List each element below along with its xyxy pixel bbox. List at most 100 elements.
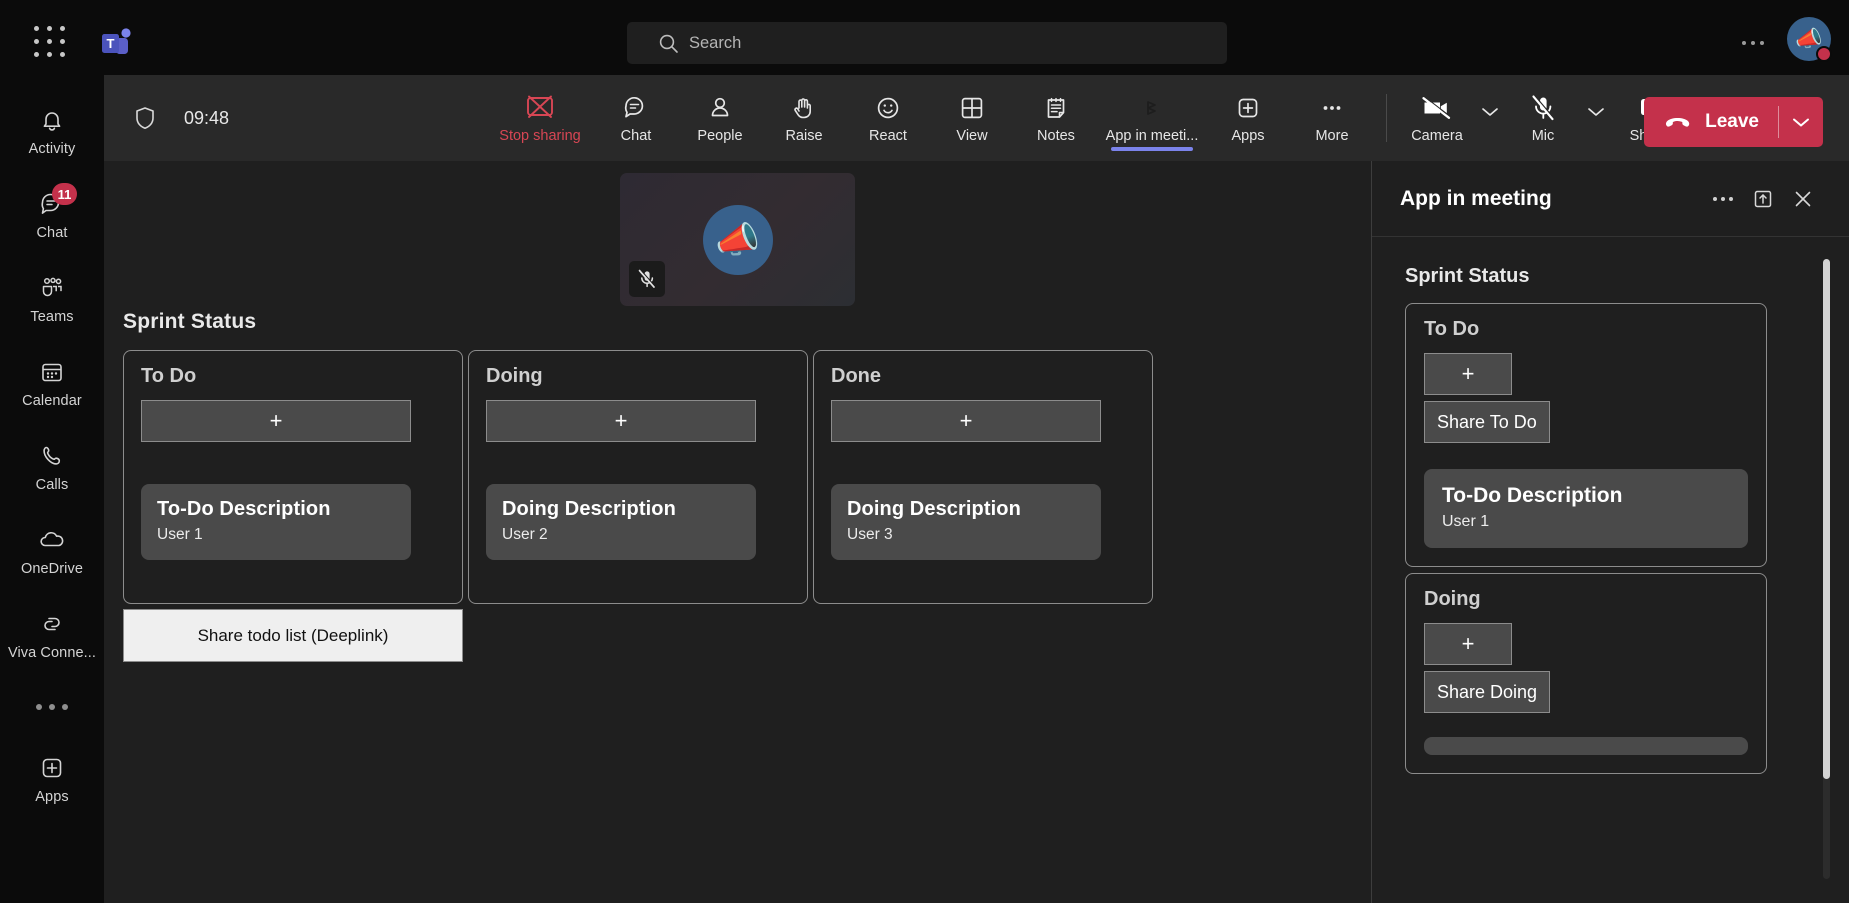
share-column-button[interactable]: Share To Do [1424,401,1550,443]
chat-unread-badge: 11 [52,183,77,205]
app-launcher-icon[interactable] [34,26,68,60]
add-card-button[interactable]: + [486,400,756,442]
sidebar-item-calendar[interactable]: Calendar [0,341,104,425]
card-title: To-Do Description [157,498,331,520]
add-card-button[interactable]: + [1424,353,1512,395]
teams-meeting-window: T 📣 [0,0,1849,903]
sidebar-item-chat[interactable]: 11 Chat [0,173,104,257]
app-in-meeting-button[interactable]: App in meeti... [1098,75,1206,161]
sidebar-item-label: Viva Conne... [7,645,97,661]
avatar[interactable]: 📣 [1787,17,1832,62]
card-user: User 2 [502,526,548,543]
more-button[interactable]: More [1290,75,1374,161]
panel-header: App in meeting [1372,161,1849,237]
leave-main[interactable]: Leave [1644,97,1778,147]
search-bar[interactable] [627,22,1227,64]
kanban-card[interactable]: To-Do Description User 1 [141,484,411,560]
share-column-button[interactable]: Share Doing [1424,671,1551,713]
stop-sharing-button[interactable]: Stop sharing [486,75,594,161]
kanban-card[interactable]: Doing Description User 2 [486,484,756,560]
left-navigation-rail: Activity 11 Chat Teams Calendar Calls On… [0,75,104,903]
tool-label: View [956,127,988,144]
leave-label: Leave [1705,111,1759,132]
kanban-column-doing: Doing + Doing Description User 2 [468,350,808,604]
sidebar-item-label: Teams [30,309,74,325]
kanban-column-todo: To Do + To-Do Description User 1 [123,350,463,604]
meeting-tools: Stop sharing Chat People Raise React Vie… [486,75,1687,161]
chat-button[interactable]: Chat [594,75,678,161]
sidebar-item-label: Calendar [22,393,82,409]
apps-plus-icon [1233,93,1263,123]
apps-plus-icon [37,753,67,783]
tool-label: React [869,127,907,144]
card-user: User 1 [1442,513,1490,530]
apps-button[interactable]: Apps [1206,75,1290,161]
mic-options-chevron-down-icon[interactable] [1581,75,1611,161]
raise-hand-button[interactable]: Raise [762,75,846,161]
sidebar-item-label: Activity [28,141,76,157]
share-todo-list-deeplink-button[interactable]: Share todo list (Deeplink) [123,609,463,662]
react-button[interactable]: React [846,75,930,161]
active-tab-indicator [1111,147,1193,151]
sidebar-item-teams[interactable]: Teams [0,257,104,341]
notes-button[interactable]: Notes [1014,75,1098,161]
chat-icon: 11 [37,183,77,219]
camera-toggle-button[interactable]: Camera [1399,75,1475,161]
participant-video-tile[interactable]: 📣 [620,173,855,306]
sidebar-item-calls[interactable]: Calls [0,425,104,509]
column-title: To Do [141,365,197,387]
calendar-icon [37,357,67,387]
card-user: User 1 [157,526,203,543]
panel-scrollbar[interactable] [1823,259,1830,879]
kanban-card[interactable]: To-Do Description User 1 [1424,469,1748,548]
avatar-emoji: 📣 [715,218,760,260]
leave-options-chevron-down-icon[interactable] [1779,97,1823,147]
kanban-card[interactable]: Doing Description User 3 [831,484,1101,560]
camera-options-chevron-down-icon[interactable] [1475,75,1505,161]
sidebar-item-onedrive[interactable]: OneDrive [0,509,104,593]
mic-off-icon [1528,93,1558,123]
panel-title: App in meeting [1400,186,1552,210]
add-card-button[interactable]: + [831,400,1101,442]
panel-column-todo: To Do + Share To Do To-Do Description Us… [1405,303,1767,567]
bell-icon [37,105,67,135]
sidebar-item-viva-connections[interactable]: Viva Conne... [0,593,104,677]
panel-scrollbar-thumb[interactable] [1823,259,1830,779]
pop-out-icon[interactable] [1743,179,1783,219]
sidebar-item-activity[interactable]: Activity [0,89,104,173]
people-icon [705,93,735,123]
tool-label: Stop sharing [499,127,581,144]
view-icon [957,93,987,123]
phone-icon [37,441,67,471]
mic-toggle-button[interactable]: Mic [1505,75,1581,161]
add-card-button[interactable]: + [141,400,411,442]
sidebar-more-button[interactable] [0,677,104,737]
sidebar-item-apps[interactable]: Apps [0,737,104,821]
column-title: Done [831,365,881,387]
kanban-card-clipped[interactable] [1424,737,1748,755]
app-in-meeting-icon [1137,93,1167,123]
panel-more-button[interactable] [1703,179,1743,219]
participant-avatar: 📣 [702,204,773,275]
people-button[interactable]: People [678,75,762,161]
column-title: To Do [1424,318,1480,340]
tool-label: Raise [785,127,823,144]
camera-label: Camera [1411,127,1463,144]
teams-logo-icon[interactable]: T [98,25,134,61]
titlebar-more-button[interactable] [1735,32,1771,54]
teams-icon [37,273,67,303]
shield-icon [132,104,158,132]
tool-label: Apps [1231,127,1265,144]
cloud-icon [37,525,67,555]
meeting-toolbar: 09:48 Stop sharing Chat People Raise Rea… [104,75,1849,161]
meeting-timer: 09:48 [184,107,230,128]
tool-label: App in meeti... [1105,127,1199,144]
view-button[interactable]: View [930,75,1014,161]
shared-app-content: Sprint Status To Do + To-Do Description … [104,310,1370,880]
search-input[interactable] [627,22,1227,64]
panel-column-doing: Doing + Share Doing [1405,573,1767,774]
add-card-button[interactable]: + [1424,623,1512,665]
leave-button[interactable]: Leave [1644,97,1823,147]
camera-off-icon [1420,93,1454,123]
close-icon[interactable] [1783,179,1823,219]
